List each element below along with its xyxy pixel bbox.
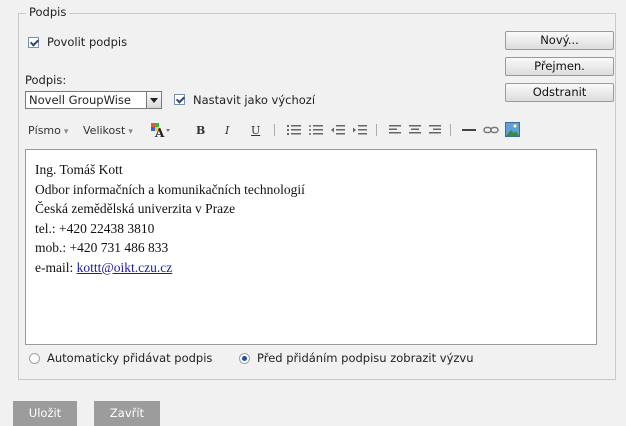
auto-add-radio[interactable]: [29, 353, 40, 364]
save-button[interactable]: Uložit: [13, 401, 77, 426]
toolbar-separator: [450, 124, 451, 136]
signature-editor[interactable]: Ing. Tomáš Kott Odbor informačních a kom…: [25, 149, 597, 345]
formatting-toolbar: Písmo Velikost A B I U: [25, 120, 597, 142]
numbered-list-icon[interactable]: [287, 123, 301, 140]
set-default-label: Nastavit jako výchozí: [193, 93, 316, 107]
font-dropdown[interactable]: Písmo: [28, 124, 68, 137]
group-label: Podpis: [26, 5, 70, 19]
bullet-list-icon[interactable]: [309, 123, 323, 140]
editor-line: Ing. Tomáš Kott: [35, 162, 123, 177]
chevron-down-icon[interactable]: [146, 92, 161, 108]
email-link[interactable]: kottt@oikt.czu.cz: [77, 260, 173, 275]
horizontal-rule-icon[interactable]: [462, 123, 476, 140]
svg-text:A: A: [154, 126, 165, 138]
new-button[interactable]: Nový...: [505, 31, 614, 50]
remove-button[interactable]: Odstranit: [505, 83, 614, 102]
prompt-label: Před přidáním podpisu zobrazit výzvu: [257, 351, 474, 365]
signature-select-value: Novell GroupWise: [29, 93, 131, 107]
size-dropdown[interactable]: Velikost: [83, 124, 133, 137]
toolbar-separator: [274, 124, 275, 136]
text-color-icon[interactable]: A: [150, 122, 172, 141]
align-center-icon[interactable]: [409, 123, 421, 140]
editor-line: Česká zemědělská univerzita v Praze: [35, 201, 236, 216]
image-icon[interactable]: [505, 122, 520, 140]
auto-add-label: Automaticky přidávat podpis: [47, 351, 213, 365]
underline-button[interactable]: U: [251, 124, 260, 137]
link-icon[interactable]: [483, 123, 499, 140]
italic-button[interactable]: I: [225, 124, 229, 137]
enable-signature-checkbox[interactable]: [28, 37, 39, 48]
editor-line-email: e-mail: kottt@oikt.czu.cz: [35, 258, 596, 278]
outdent-icon[interactable]: [331, 123, 345, 140]
align-right-icon[interactable]: [429, 123, 441, 140]
signature-select[interactable]: Novell GroupWise: [25, 91, 162, 109]
editor-line: Odbor informačních a komunikačních techn…: [35, 181, 305, 197]
enable-signature-label: Povolit podpis: [47, 35, 128, 49]
align-left-icon[interactable]: [389, 123, 401, 140]
editor-line: mob.: +420 731 486 833: [35, 240, 169, 255]
set-default-checkbox[interactable]: [174, 94, 185, 105]
prompt-radio[interactable]: [239, 353, 250, 364]
email-prefix: e-mail:: [35, 259, 77, 275]
bold-button[interactable]: B: [196, 124, 205, 137]
editor-line: tel.: +420 22438 3810: [35, 220, 155, 236]
toolbar-separator: [376, 124, 377, 136]
signature-label: Podpis:: [25, 73, 67, 87]
close-button[interactable]: Zavřít: [94, 401, 160, 426]
indent-icon[interactable]: [353, 123, 367, 140]
rename-button[interactable]: Přejmen.: [505, 57, 614, 76]
